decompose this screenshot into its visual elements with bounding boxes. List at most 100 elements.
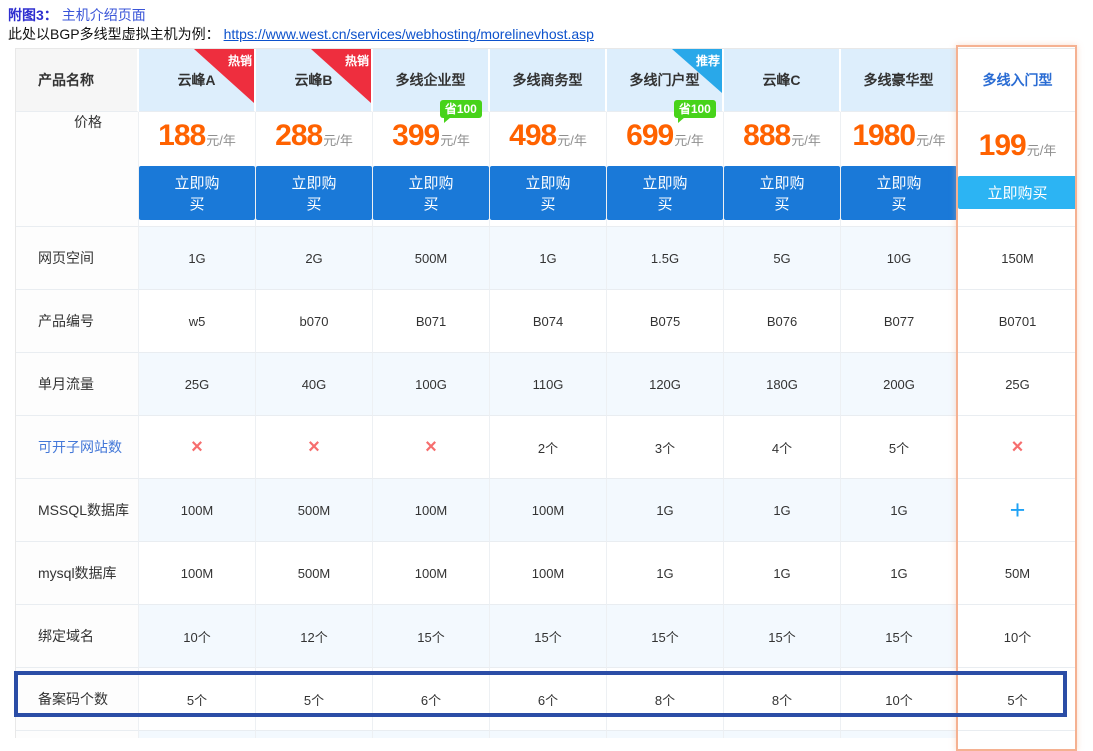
price-value: 699 — [626, 119, 673, 153]
column-title: 云峰C — [762, 70, 800, 90]
table-cell: 100M — [373, 542, 490, 605]
price-value: 288 — [275, 119, 322, 153]
buy-now-button[interactable]: 立即购买 — [256, 166, 372, 220]
table-cell: 150M — [958, 227, 1077, 290]
add-plus-icon[interactable]: + — [1010, 495, 1026, 526]
table-cell — [724, 731, 841, 738]
price-cell: 288元/年 立即购买 — [256, 112, 373, 227]
table-cell: 15个 — [490, 605, 607, 668]
table-cell: 10个 — [841, 668, 958, 731]
price-unit: 元/年 — [323, 130, 353, 149]
price-unit: 元/年 — [1027, 140, 1057, 159]
buy-now-button[interactable]: 立即购买 — [607, 166, 723, 220]
price-cell: 498元/年 立即购买 — [490, 112, 607, 227]
table-cell: 8个 — [724, 668, 841, 731]
table-cell: 15个 — [607, 605, 724, 668]
table-cell — [958, 731, 1077, 738]
buy-now-button[interactable]: 立即购买 — [139, 166, 255, 220]
table-cell: 110G — [490, 353, 607, 416]
figure-title: 主机介绍页面 — [62, 7, 146, 23]
column-title: 多线门户型 — [630, 70, 700, 90]
buy-now-button[interactable]: 立即购买 — [373, 166, 489, 220]
price-unit: 元/年 — [206, 130, 236, 149]
table-cell: 1G — [607, 479, 724, 542]
column-title: 云峰A — [177, 70, 215, 90]
price-unit: 元/年 — [557, 130, 587, 149]
column-title: 多线豪华型 — [864, 70, 934, 90]
table-row-webspace: 网页空间 1G 2G 500M 1G 1.5G 5G 10G 150M — [16, 227, 1077, 290]
table-cell: 4个 — [724, 416, 841, 479]
table-cell: 500M — [256, 542, 373, 605]
table-cell: 10个 — [139, 605, 256, 668]
not-available-x-icon: × — [1012, 436, 1024, 459]
table-row-record-codes: 备案码个数 5个 5个 6个 6个 8个 8个 10个 5个 — [16, 668, 1077, 731]
table-row-monthly-traffic: 单月流量 25G 40G 100G 110G 120G 180G 200G 25… — [16, 353, 1077, 416]
price-unit: 元/年 — [916, 130, 946, 149]
table-cell: 5G — [724, 227, 841, 290]
column-header-entry-featured: 多线入门型 — [958, 49, 1077, 112]
table-row-mysql: mysql数据库 100M 500M 100M 100M 1G 1G 1G 50… — [16, 542, 1077, 605]
row-label: 绑定域名 — [16, 605, 139, 668]
column-header-yunfeng-c: 云峰C — [724, 49, 841, 112]
table-cell: B076 — [724, 290, 841, 353]
table-cell: 6个 — [490, 668, 607, 731]
buy-now-button[interactable]: 立即购买 — [724, 166, 840, 220]
buy-now-button[interactable]: 立即购买 — [490, 166, 606, 220]
table-cell: w5 — [139, 290, 256, 353]
row-label: 备案码个数 — [16, 668, 139, 731]
table-cell: 1G — [724, 479, 841, 542]
row-label-subsites-link[interactable]: 可开子网站数 — [38, 437, 122, 457]
table-cell — [607, 731, 724, 738]
table-cell: 5个 — [841, 416, 958, 479]
price-value: 1980 — [852, 119, 915, 153]
table-cell: 8个 — [607, 668, 724, 731]
price-value: 199 — [979, 129, 1026, 163]
table-cell: 1G — [490, 227, 607, 290]
price-cell-featured: 199元/年 立即购买 — [958, 112, 1077, 227]
table-cell: 500M — [256, 479, 373, 542]
column-title: 多线企业型 — [396, 70, 466, 90]
table-cell — [490, 731, 607, 738]
hosting-url-link[interactable]: https://www.west.cn/services/webhosting/… — [224, 26, 594, 42]
table-cell: 180G — [724, 353, 841, 416]
table-cell — [841, 731, 958, 738]
table-cell: 1G — [841, 479, 958, 542]
table-cell: 100M — [139, 479, 256, 542]
table-cell — [373, 731, 490, 738]
intro-line: 此处以BGP多线型虚拟主机为例：https://www.west.cn/serv… — [8, 25, 594, 44]
figure-label: 附图3： — [8, 7, 58, 23]
column-title: 云峰B — [294, 70, 332, 90]
table-row-clipped — [16, 731, 1077, 738]
buy-now-button[interactable]: 立即购买 — [841, 166, 957, 220]
buy-now-button[interactable]: 立即购买 — [958, 176, 1076, 209]
table-cell: 25G — [958, 353, 1077, 416]
table-row-subsites: 可开子网站数 × × × 2个 3个 4个 5个 × — [16, 416, 1077, 479]
price-cell: 1980元/年 立即购买 — [841, 112, 958, 227]
table-cell: 1G — [841, 542, 958, 605]
table-cell: 120G — [607, 353, 724, 416]
table-cell: b070 — [256, 290, 373, 353]
table-cell — [256, 731, 373, 738]
table-cell: B074 — [490, 290, 607, 353]
table-cell: 1G — [607, 542, 724, 605]
table-cell: 10个 — [958, 605, 1077, 668]
table-row-product-code: 产品编号 w5 b070 B071 B074 B075 B076 B077 B0… — [16, 290, 1077, 353]
table-cell: 5个 — [958, 668, 1077, 731]
table-cell: 100M — [373, 479, 490, 542]
price-value: 498 — [509, 119, 556, 153]
row-label: 产品编号 — [16, 290, 139, 353]
table-cell: 10G — [841, 227, 958, 290]
table-cell: 50M — [958, 542, 1077, 605]
price-value: 188 — [158, 119, 205, 153]
column-header-yunfeng-b: 云峰B 热销 — [256, 49, 373, 112]
column-header-business: 多线商务型 — [490, 49, 607, 112]
table-cell: 100M — [490, 479, 607, 542]
table-cell: 1G — [139, 227, 256, 290]
price-cell: 188元/年 立即购买 — [139, 112, 256, 227]
table-row-mssql: MSSQL数据库 100M 500M 100M 100M 1G 1G 1G + — [16, 479, 1077, 542]
price-unit: 元/年 — [440, 130, 470, 149]
table-cell: 5个 — [256, 668, 373, 731]
table-cell: 40G — [256, 353, 373, 416]
table-cell: B075 — [607, 290, 724, 353]
column-title: 多线商务型 — [513, 70, 583, 90]
